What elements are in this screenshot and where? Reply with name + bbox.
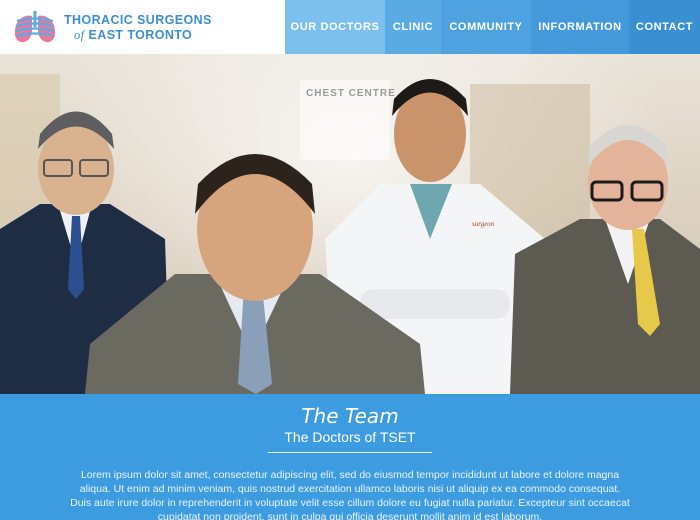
- logo-of: of: [74, 28, 85, 42]
- team-description: Lorem ipsum dolor sit amet, consectetur …: [70, 469, 630, 520]
- site-header: THORACIC SURGEONS of EAST TORONTO OUR DOC…: [0, 0, 700, 54]
- nav-our-doctors[interactable]: OUR DOCTORS: [285, 0, 385, 54]
- svg-text:surgeon: surgeon: [472, 220, 495, 228]
- nav-community[interactable]: COMMUNITY: [441, 0, 531, 54]
- nav-contact[interactable]: CONTACT: [629, 0, 700, 54]
- lungs-logo-icon: [14, 11, 56, 43]
- team-photo: surgeon: [0, 74, 700, 394]
- team-title: The Team: [301, 404, 399, 428]
- logo-line-2: of EAST TORONTO: [64, 28, 212, 43]
- team-subtitle: The Doctors of TSET: [284, 429, 416, 445]
- logo-line-1: THORACIC SURGEONS: [64, 13, 212, 27]
- nav-clinic[interactable]: CLINIC: [385, 0, 441, 54]
- team-divider: [268, 452, 432, 453]
- site-logo[interactable]: THORACIC SURGEONS of EAST TORONTO: [12, 8, 262, 48]
- nav-information[interactable]: INFORMATION: [531, 0, 629, 54]
- hero-banner: CHEST CENTRE surgeon: [0, 54, 700, 394]
- logo-wordmark: THORACIC SURGEONS of EAST TORONTO: [64, 13, 212, 43]
- logo-line-2-text: EAST TORONTO: [88, 28, 193, 42]
- team-section: The Team The Doctors of TSET Lorem ipsum…: [0, 394, 700, 520]
- main-nav: OUR DOCTORS CLINIC COMMUNITY INFORMATION…: [285, 0, 700, 54]
